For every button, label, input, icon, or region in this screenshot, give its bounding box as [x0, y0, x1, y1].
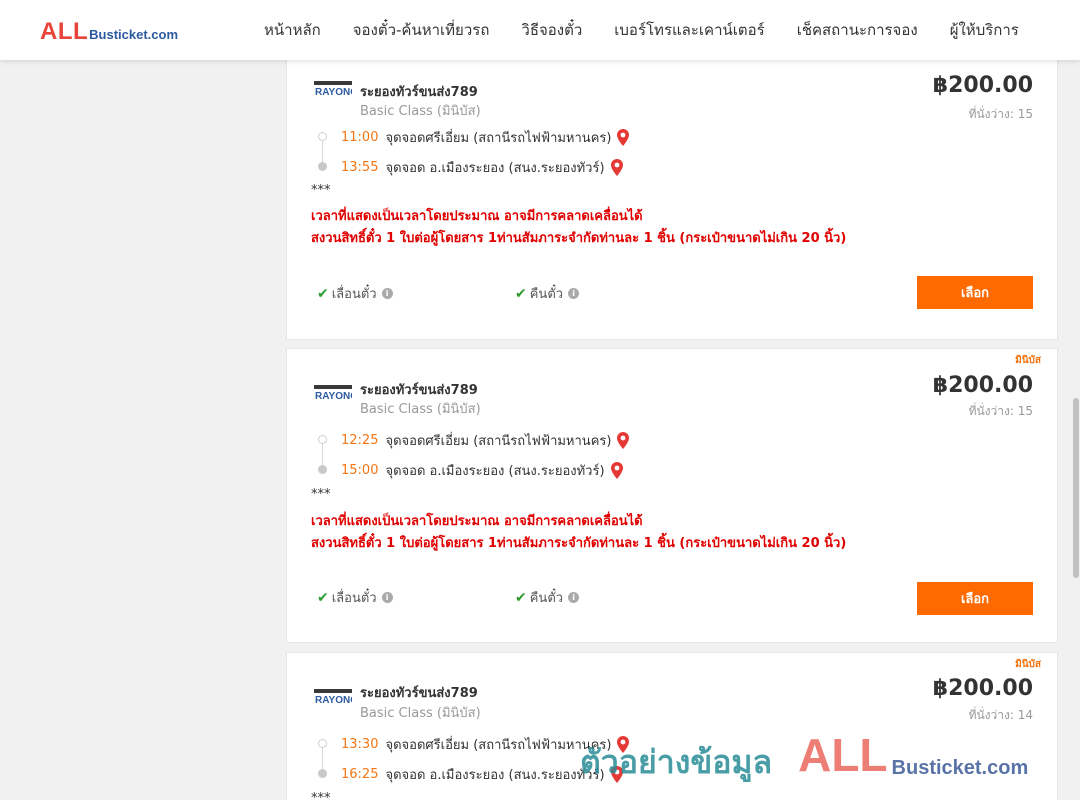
logo-busticket-text: Busticket.com	[89, 27, 179, 42]
site-header: ALL Busticket.com หน้าหลัก จองตั๋ว-ค้นหา…	[0, 0, 1080, 60]
select-trip-button[interactable]: เลือก	[917, 582, 1033, 615]
operator-logo: RAYONG	[314, 689, 358, 707]
operator-name: ระยองทัวร์ขนส่ง789	[360, 85, 478, 100]
map-pin-icon[interactable]	[617, 432, 630, 449]
depart-dot	[318, 435, 327, 444]
depart-time: 12:25	[341, 433, 379, 448]
depart-stop: 11:00 จุดจอดศรีเอี่ยม (สถานีรถไฟฟ้ามหานค…	[341, 127, 630, 148]
arrive-place: จุดจอด อ.เมืองระยอง (สนง.ระยองทัวร์)	[385, 464, 605, 479]
arrive-time: 16:25	[341, 767, 379, 782]
arrive-place: จุดจอด อ.เมืองระยอง (สนง.ระยองทัวร์)	[385, 768, 605, 783]
info-icon[interactable]: i	[568, 592, 580, 603]
operator-logo: RAYONG	[314, 385, 358, 403]
depart-stop: 12:25 จุดจอดศรีเอี่ยม (สถานีรถไฟฟ้ามหานค…	[341, 430, 630, 451]
operator-name: ระยองทัวร์ขนส่ง789	[360, 383, 478, 398]
refund-label: คืนตั๋ว	[529, 591, 564, 606]
trip-card: RAYONG ระยองทัวร์ขนส่ง789 Basic Class (ม…	[286, 56, 1058, 340]
svg-text:RAYONG: RAYONG	[315, 391, 352, 402]
page-scrollbar[interactable]	[1072, 60, 1080, 800]
check-icon: ✔	[317, 285, 329, 302]
bus-class: Basic Class (มินิบัส)	[360, 104, 481, 119]
depart-time: 13:30	[341, 737, 379, 752]
luggage-notice: สงวนสิทธิ์ตั๋ว 1 ใบต่อผู้โดยสาร 1ท่านสัม…	[311, 536, 847, 551]
remark-stars: ***	[311, 183, 331, 198]
check-icon: ✔	[317, 589, 329, 606]
refund-label: คืนตั๋ว	[529, 287, 564, 302]
arrive-dot	[318, 465, 327, 474]
trip-card: มินิบัส RAYONG ระยองทัวร์ขนส่ง789 Basic …	[286, 652, 1058, 800]
nav-home[interactable]: หน้าหลัก	[248, 18, 337, 42]
reschedule-feature[interactable]: ✔ เลื่อนตั๋ว i	[317, 587, 393, 608]
remark-stars: ***	[311, 791, 331, 800]
remark-stars: ***	[311, 487, 331, 502]
time-notice: เวลาที่แสดงเป็นเวลาโดยประมาณ อาจมีการคลา…	[311, 514, 643, 529]
reschedule-label: เลื่อนตั๋ว	[331, 287, 377, 302]
nav-operators[interactable]: ผู้ให้บริการ	[934, 18, 1035, 42]
site-logo[interactable]: ALL Busticket.com	[40, 18, 178, 46]
scrollbar-thumb[interactable]	[1073, 398, 1079, 578]
trip-card: มินิบัส RAYONG ระยองทัวร์ขนส่ง789 Basic …	[286, 348, 1058, 643]
time-notice: เวลาที่แสดงเป็นเวลาโดยประมาณ อาจมีการคลา…	[311, 209, 643, 224]
select-trip-button[interactable]: เลือก	[917, 276, 1033, 309]
trip-price: ฿200.00	[932, 73, 1033, 98]
nav-phone-counters[interactable]: เบอร์โทรและเคาน์เตอร์	[598, 18, 780, 42]
reschedule-feature[interactable]: ✔ เลื่อนตั๋ว i	[317, 283, 393, 304]
map-pin-icon[interactable]	[610, 462, 623, 479]
refund-feature[interactable]: ✔ คืนตั๋ว i	[515, 283, 580, 304]
bus-class: Basic Class (มินิบัส)	[360, 706, 481, 721]
luggage-notice: สงวนสิทธิ์ตั๋ว 1 ใบต่อผู้โดยสาร 1ท่านสัม…	[311, 231, 847, 246]
map-pin-icon[interactable]	[610, 159, 623, 176]
seats-available: ที่นั่งว่าง: 15	[968, 107, 1033, 121]
minibus-tag: มินิบัส	[1015, 659, 1041, 670]
svg-text:RAYONG: RAYONG	[315, 87, 352, 98]
bus-class: Basic Class (มินิบัส)	[360, 402, 481, 417]
reschedule-label: เลื่อนตั๋ว	[331, 591, 377, 606]
trip-price: ฿200.00	[932, 373, 1033, 398]
svg-text:RAYONG: RAYONG	[315, 695, 352, 706]
check-icon: ✔	[515, 589, 527, 606]
minibus-tag: มินิบัส	[1015, 355, 1041, 366]
depart-dot	[318, 739, 327, 748]
nav-booking-status[interactable]: เช็คสถานะการจอง	[781, 18, 934, 42]
depart-place: จุดจอดศรีเอี่ยม (สถานีรถไฟฟ้ามหานคร)	[385, 434, 612, 449]
map-pin-icon[interactable]	[617, 736, 630, 753]
operator-logo: RAYONG	[314, 81, 358, 99]
info-icon[interactable]: i	[568, 288, 580, 299]
depart-stop: 13:30 จุดจอดศรีเอี่ยม (สถานีรถไฟฟ้ามหานค…	[341, 734, 630, 755]
seats-available: ที่นั่งว่าง: 15	[968, 404, 1033, 418]
logo-all-text: ALL	[40, 18, 89, 45]
arrive-time: 13:55	[341, 160, 379, 175]
arrive-place: จุดจอด อ.เมืองระยอง (สนง.ระยองทัวร์)	[385, 161, 605, 176]
arrive-stop: 16:25 จุดจอด อ.เมืองระยอง (สนง.ระยองทัวร…	[341, 764, 623, 785]
info-icon[interactable]: i	[381, 592, 393, 603]
check-icon: ✔	[515, 285, 527, 302]
arrive-time: 15:00	[341, 463, 379, 478]
refund-feature[interactable]: ✔ คืนตั๋ว i	[515, 587, 580, 608]
nav-how-to-book[interactable]: วิธีจองตั๋ว	[505, 18, 598, 42]
arrive-dot	[318, 769, 327, 778]
depart-time: 11:00	[341, 130, 379, 145]
seats-available: ที่นั่งว่าง: 14	[968, 708, 1033, 722]
main-nav: หน้าหลัก จองตั๋ว-ค้นหาเที่ยวรถ วิธีจองตั…	[248, 0, 1035, 60]
map-pin-icon[interactable]	[617, 129, 630, 146]
depart-place: จุดจอดศรีเอี่ยม (สถานีรถไฟฟ้ามหานคร)	[385, 738, 612, 753]
trip-price: ฿200.00	[932, 676, 1033, 701]
map-pin-icon[interactable]	[610, 766, 623, 783]
depart-place: จุดจอดศรีเอี่ยม (สถานีรถไฟฟ้ามหานคร)	[385, 131, 612, 146]
arrive-dot	[318, 162, 327, 171]
operator-name: ระยองทัวร์ขนส่ง789	[360, 686, 478, 701]
arrive-stop: 13:55 จุดจอด อ.เมืองระยอง (สนง.ระยองทัวร…	[341, 157, 623, 178]
nav-book-search[interactable]: จองตั๋ว-ค้นหาเที่ยวรถ	[337, 18, 506, 42]
depart-dot	[318, 132, 327, 141]
info-icon[interactable]: i	[381, 288, 393, 299]
arrive-stop: 15:00 จุดจอด อ.เมืองระยอง (สนง.ระยองทัวร…	[341, 460, 623, 481]
